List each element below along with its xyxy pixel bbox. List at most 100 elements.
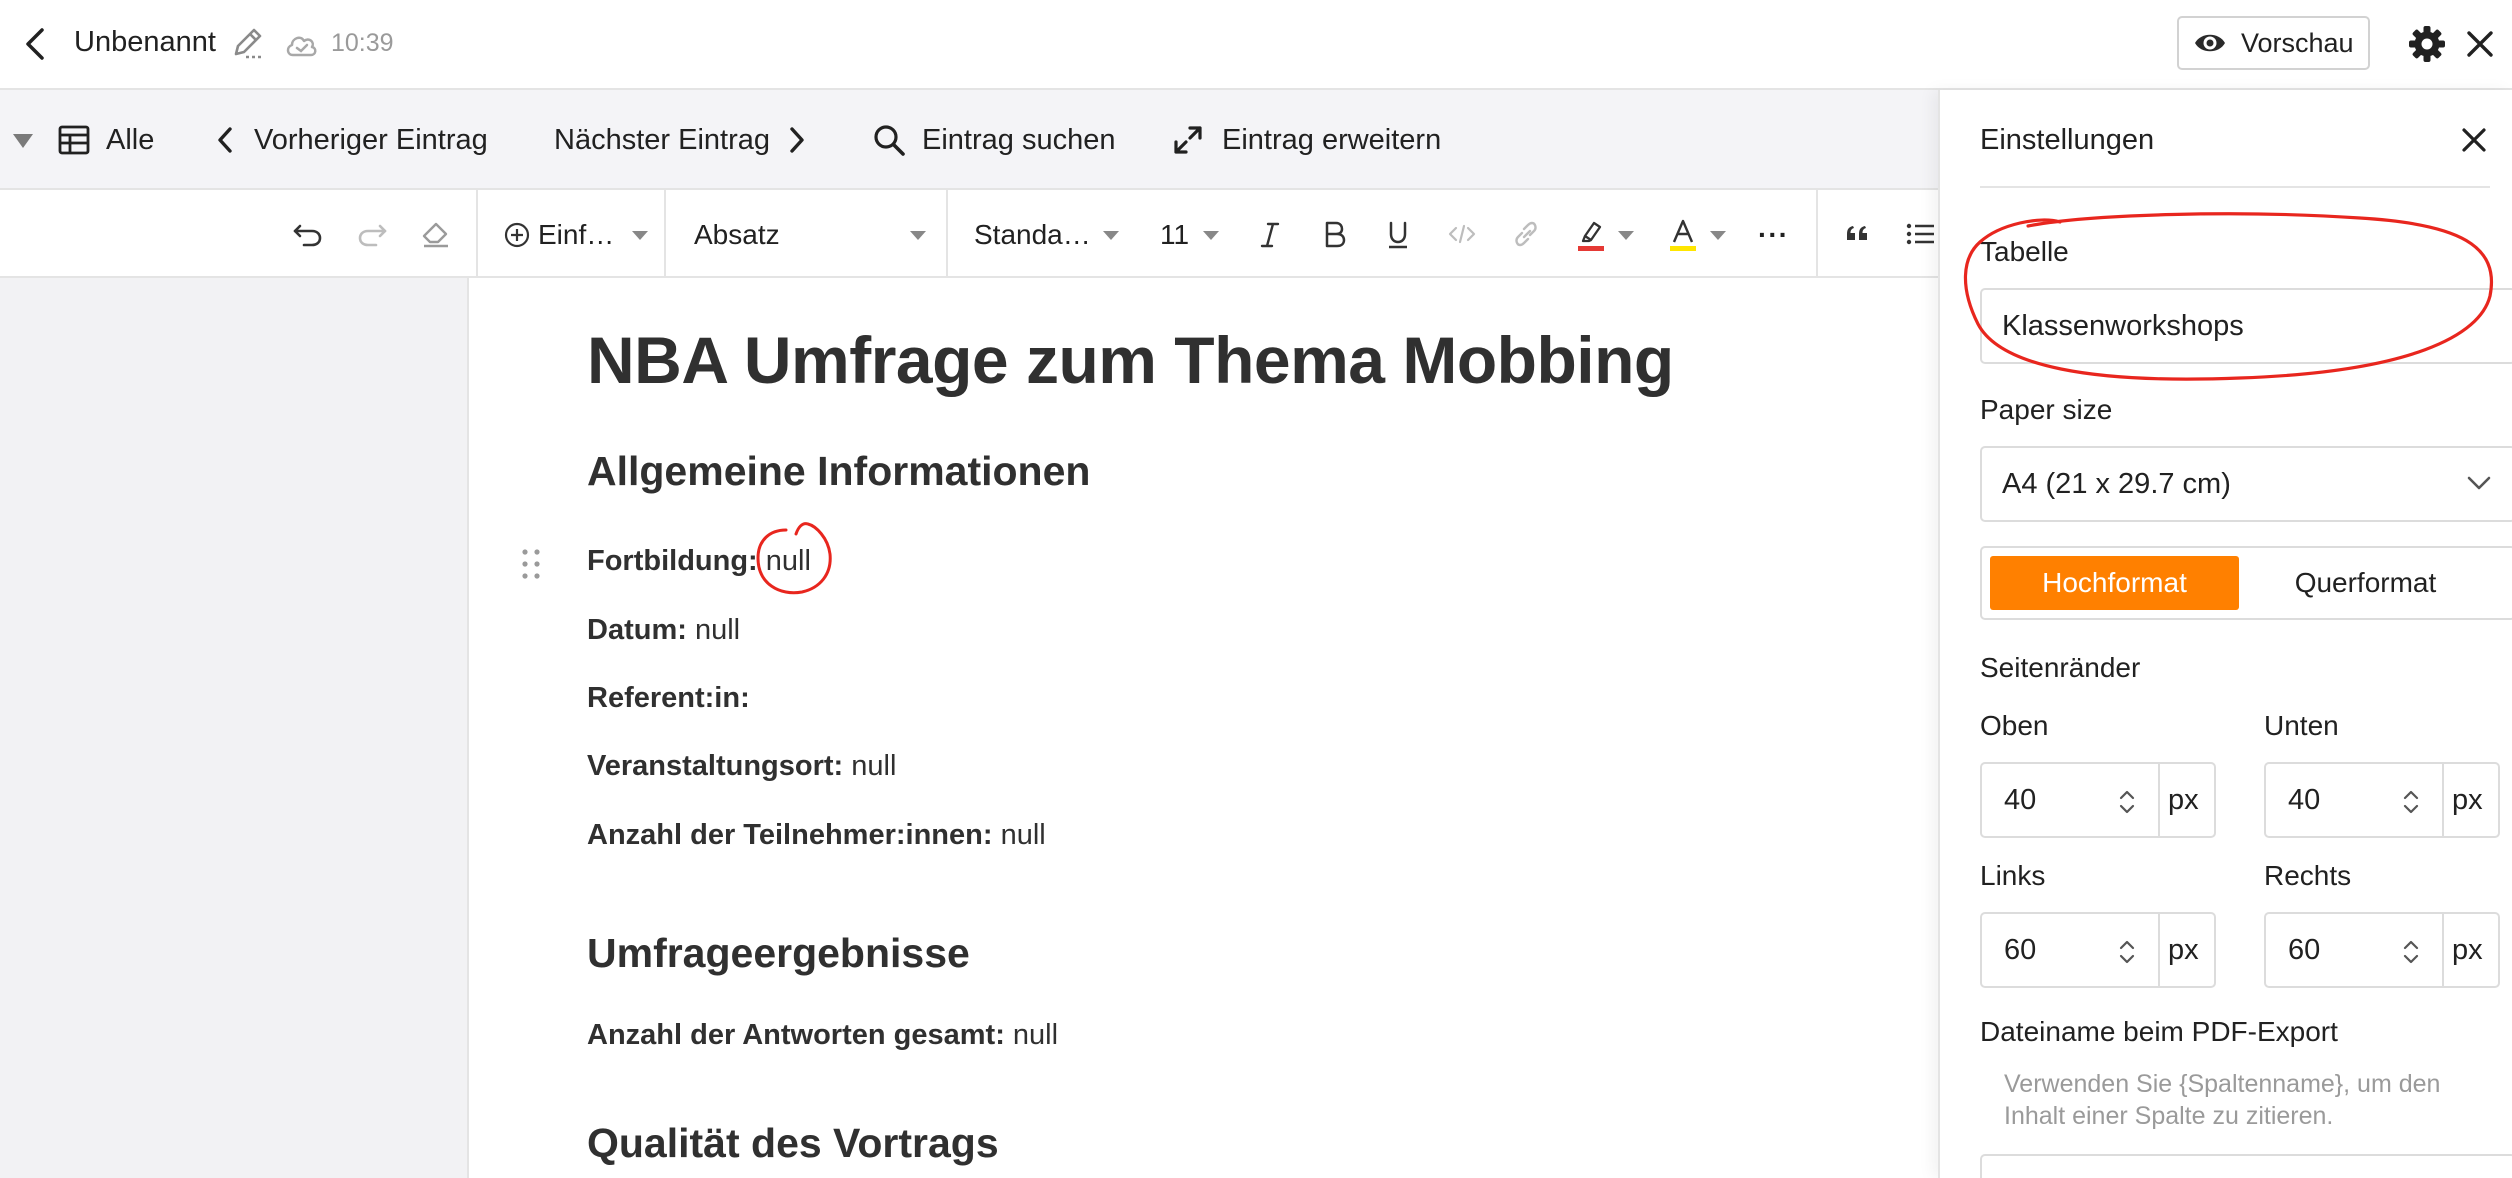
margin-bottom-label: Unten	[2264, 710, 2339, 741]
orientation-toggle: Hochformat Querformat	[1980, 546, 2512, 620]
paper-size-select[interactable]: A4 (21 x 29.7 cm)	[1980, 446, 2512, 522]
close-icon[interactable]	[2456, 122, 2492, 158]
section-heading-general-info[interactable]: Allgemeine Informationen	[587, 448, 1090, 495]
insert-dropdown[interactable]: Einf…	[504, 217, 649, 253]
section-heading-survey-results[interactable]: Umfrageergebnisse	[587, 930, 970, 977]
unit-label: px	[2452, 784, 2483, 816]
collapse-caret-icon[interactable]	[12, 132, 34, 150]
unit-label: px	[2168, 934, 2199, 966]
margin-right-value: 60	[2288, 934, 2321, 966]
toolbar-divider	[1816, 190, 1818, 278]
margin-top-label: Oben	[1980, 710, 2049, 741]
margin-right-input[interactable]: 60 px	[2264, 912, 2500, 988]
expand-record-label: Eintrag erweitern	[1222, 123, 1442, 156]
field-value: null	[765, 545, 811, 577]
gear-icon[interactable]	[2407, 24, 2447, 64]
stepper-arrows-icon[interactable]	[2400, 934, 2422, 970]
field-label: Anzahl der Teilnehmer:innen:	[587, 819, 993, 851]
link-icon[interactable]	[1504, 212, 1548, 256]
margin-left-input[interactable]: 60 px	[1980, 912, 2216, 988]
view-all-button[interactable]: Alle	[58, 118, 154, 162]
undo-icon[interactable]	[286, 212, 330, 256]
plus-circle-icon	[504, 222, 530, 248]
margin-bottom-input[interactable]: 40 px	[2264, 762, 2500, 838]
block-style-value: Absatz	[694, 219, 780, 250]
block-style-dropdown[interactable]: Absatz	[694, 217, 926, 253]
pdf-filename-input[interactable]	[1980, 1154, 2512, 1178]
landscape-option[interactable]: Querformat	[2241, 556, 2490, 610]
pdf-filename-help: Verwenden Sie {Spaltenname}, um den Inha…	[2004, 1070, 2441, 1130]
preview-button[interactable]: Vorschau	[2177, 16, 2370, 70]
unit-divider	[2158, 764, 2160, 836]
caret-down-icon	[1710, 230, 1726, 240]
document-title[interactable]: Unbenannt	[74, 26, 216, 59]
field-label: Anzahl der Antworten gesamt:	[587, 1019, 1005, 1051]
toolbar-divider	[946, 190, 948, 278]
chevron-right-icon	[784, 124, 808, 156]
field-row-veranstaltungsort[interactable]: Veranstaltungsort: null	[587, 750, 896, 783]
record-navigation-bar: Alle Vorheriger Eintrag Nächster Eintrag…	[0, 90, 1938, 190]
rename-pencil-icon[interactable]	[230, 26, 268, 62]
field-row-referent[interactable]: Referent:in:	[587, 682, 750, 715]
caret-down-icon	[910, 230, 926, 240]
field-row-fortbildung[interactable]: Fortbildung: null	[587, 545, 811, 578]
bold-icon[interactable]	[1312, 212, 1356, 256]
back-arrow-icon[interactable]	[16, 24, 56, 64]
field-label: Veranstaltungsort:	[587, 750, 844, 782]
field-value: null	[851, 750, 897, 782]
unit-divider	[2442, 914, 2444, 986]
search-record-label: Eintrag suchen	[922, 123, 1116, 156]
code-icon[interactable]	[1440, 212, 1484, 256]
next-record-button[interactable]: Nächster Eintrag	[554, 118, 808, 162]
field-row-datum[interactable]: Datum: null	[587, 614, 740, 647]
document-page[interactable]: NBA Umfrage zum Thema Mobbing Allgemeine…	[467, 278, 1938, 1178]
close-icon[interactable]	[2462, 26, 2498, 62]
unit-divider	[2158, 914, 2160, 986]
bullet-list-icon[interactable]	[1898, 212, 1942, 256]
field-value: null	[694, 614, 741, 646]
field-row-teilnehmer[interactable]: Anzahl der Teilnehmer:innen: null	[587, 819, 1046, 852]
stepper-arrows-icon[interactable]	[2400, 784, 2422, 820]
redo-icon[interactable]	[350, 212, 394, 256]
quote-icon[interactable]	[1836, 212, 1880, 256]
table-select-value: Klassenworkshops	[2002, 309, 2244, 342]
caret-down-icon	[1203, 230, 1220, 240]
font-size-dropdown[interactable]: 11	[1160, 217, 1220, 253]
panel-divider	[1980, 186, 2490, 188]
table-select[interactable]: Klassenworkshops	[1980, 288, 2512, 364]
table-label: Tabelle	[1980, 236, 2069, 267]
search-record-button[interactable]: Eintrag suchen	[872, 118, 1115, 162]
document-heading[interactable]: NBA Umfrage zum Thema Mobbing	[587, 322, 1674, 398]
margin-top-input[interactable]: 40 px	[1980, 762, 2216, 838]
field-row-answers-total[interactable]: Anzahl der Antworten gesamt: null	[587, 1019, 1058, 1052]
previous-record-button[interactable]: Vorheriger Eintrag	[214, 118, 488, 162]
italic-icon[interactable]	[1248, 212, 1292, 256]
drag-handle-icon[interactable]	[519, 546, 543, 582]
clear-format-eraser-icon[interactable]	[414, 212, 458, 256]
preview-button-label: Vorschau	[2241, 27, 2354, 58]
top-bar: Unbenannt 10:39 Vorschau	[0, 0, 2512, 90]
text-color-dropdown[interactable]	[1668, 217, 1726, 253]
field-label: Referent:in:	[587, 682, 750, 714]
editor-canvas: NBA Umfrage zum Thema Mobbing Allgemeine…	[0, 278, 1938, 1178]
last-saved-time: 10:39	[331, 29, 394, 57]
section-heading-talk-quality[interactable]: Qualität des Vortrags	[587, 1120, 999, 1167]
stepper-arrows-icon[interactable]	[2116, 934, 2138, 970]
margin-left-value: 60	[2004, 934, 2037, 966]
stepper-arrows-icon[interactable]	[2116, 784, 2138, 820]
chevron-left-icon	[214, 124, 238, 156]
expand-record-button[interactable]: Eintrag erweitern	[1172, 118, 1441, 162]
underline-icon[interactable]	[1376, 212, 1420, 256]
margin-top-value: 40	[2004, 784, 2037, 816]
search-icon	[872, 123, 906, 157]
portrait-option[interactable]: Hochformat	[1990, 556, 2239, 610]
table-grid-icon	[58, 124, 90, 156]
more-options-button[interactable]: ···	[1758, 217, 1789, 253]
margin-bottom-value: 40	[2288, 784, 2321, 816]
insert-label: Einf…	[538, 219, 615, 250]
highlight-color-dropdown[interactable]	[1576, 217, 1634, 253]
font-family-dropdown[interactable]: Standa…	[974, 217, 1119, 253]
chevron-down-icon	[2466, 474, 2492, 492]
eye-icon	[2193, 26, 2227, 60]
caret-down-icon	[1102, 230, 1119, 240]
